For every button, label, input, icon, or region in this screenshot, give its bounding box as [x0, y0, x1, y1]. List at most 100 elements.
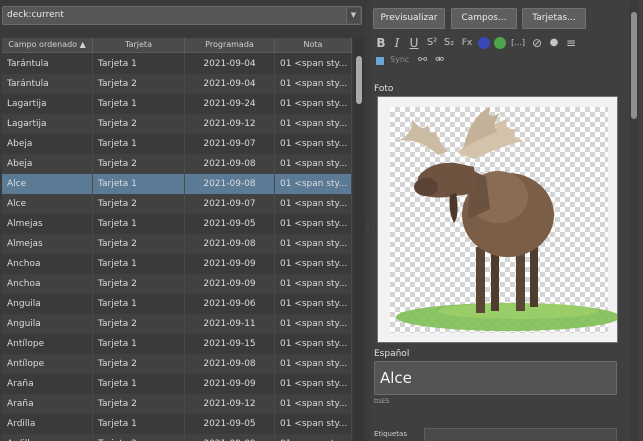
foto-field[interactable]	[377, 96, 618, 343]
preview-button[interactable]: Previsualizar	[373, 8, 445, 29]
fields-button[interactable]: Campos...	[451, 8, 517, 29]
table-cell-tarjeta: Tarjeta 1	[93, 414, 185, 434]
unlink-icon[interactable]: ⚮	[435, 53, 444, 66]
secondary-toolbar: Sync ⚯ ⚮	[373, 53, 473, 70]
table-cell-tarjeta: Tarjeta 1	[93, 94, 185, 114]
format-toolbar: B I U S² S₂ Fx [...] ⊘ ● ≡	[373, 34, 613, 52]
table-cell-tarjeta: Tarjeta 1	[93, 294, 185, 314]
scrollbar-thumb[interactable]	[631, 12, 637, 119]
table-cell-programada: 2021-09-24	[185, 94, 275, 114]
table-cell-nota: 01 <span sty...	[275, 174, 352, 194]
table-cell-programada: 2021-09-07	[185, 134, 275, 154]
sync-label[interactable]: Sync	[390, 55, 409, 64]
attach-icon[interactable]: ⊘	[530, 34, 544, 52]
table-cell-campo: Ardilla	[2, 414, 93, 434]
editor-scrollbar[interactable]	[629, 0, 639, 441]
table-row[interactable]: Abeja Tarjeta 1 2021-09-07 01 <span sty...	[2, 134, 352, 154]
table-row[interactable]: Ardilla Tarjeta 1 2021-09-05 01 <span sty..…	[2, 414, 352, 434]
espanol-value[interactable]: Alce	[380, 369, 412, 387]
table-row[interactable]: Antílope Tarjeta 2 2021-09-08 01 <span sty.…	[2, 354, 352, 374]
table-row[interactable]: Almejas Tarjeta 1 2021-09-05 01 <span sty..…	[2, 214, 352, 234]
table-cell-campo: Lagartija	[2, 94, 93, 114]
field-label-foto: Foto	[374, 84, 394, 94]
table-cell-nota: 01 <span sty...	[275, 134, 352, 154]
table-cell-tarjeta: Tarjeta 2	[93, 234, 185, 254]
underline-icon[interactable]: U	[407, 34, 421, 52]
table-cell-programada: 2021-09-08	[185, 354, 275, 374]
column-header[interactable]: Campo ordenado ▲	[2, 38, 93, 53]
superscript-icon[interactable]: S²	[424, 34, 440, 52]
table-row[interactable]: Alce Tarjeta 2 2021-09-07 01 <span sty...	[2, 194, 352, 214]
text-color-icon[interactable]	[477, 34, 491, 52]
table-row[interactable]: Lagartija Tarjeta 1 2021-09-24 01 <span sty…	[2, 94, 352, 114]
table-cell-nota: 01 <span sty...	[275, 294, 352, 314]
table-cell-programada: 2021-09-09	[185, 374, 275, 394]
table-cell-tarjeta: Tarjeta 2	[93, 434, 185, 441]
table-row[interactable]: Almejas Tarjeta 2 2021-09-08 01 <span sty..…	[2, 234, 352, 254]
table-row[interactable]: Anchoa Tarjeta 1 2021-09-09 01 <span sty...	[2, 254, 352, 274]
record-icon[interactable]: ●	[547, 34, 561, 52]
table-row[interactable]: Alce Tarjeta 1 2021-09-08 01 <span sty...	[2, 174, 352, 194]
table-cell-nota: 01 <span sty...	[275, 214, 352, 234]
table-row[interactable]: Anguila Tarjeta 2 2021-09-11 01 <span sty..…	[2, 314, 352, 334]
table-cell-tarjeta: Tarjeta 1	[93, 54, 185, 74]
column-header[interactable]: Programada	[185, 38, 275, 53]
table-row[interactable]: Anguila Tarjeta 1 2021-09-06 01 <span sty..…	[2, 294, 352, 314]
clear-format-icon[interactable]: Fx	[459, 34, 475, 52]
table-cell-programada: 2021-09-09	[185, 254, 275, 274]
table-cell-campo: Tarántula	[2, 74, 93, 94]
table-cell-programada: 2021-09-08	[185, 174, 275, 194]
table-row[interactable]: Anchoa Tarjeta 2 2021-09-09 01 <span sty...	[2, 274, 352, 294]
table-row[interactable]: Antílope Tarjeta 1 2021-09-15 01 <span sty.…	[2, 334, 352, 354]
table-row[interactable]: ArdillaTarjeta 22021-09-0901 <span sty..…	[2, 434, 352, 441]
table-cell-campo: Almejas	[2, 234, 93, 254]
table-cell-nota: 01 <span sty...	[275, 394, 352, 414]
highlight-color-icon[interactable]	[493, 34, 507, 52]
table-cell-nota: 01 <span sty...	[275, 54, 352, 74]
table-cell-programada: 2021-09-04	[185, 74, 275, 94]
column-header[interactable]: Tarjeta	[93, 38, 185, 53]
search-combobox[interactable]: deck:current ▼	[2, 6, 362, 25]
search-input[interactable]: deck:current	[7, 10, 64, 20]
table-cell-tarjeta: Tarjeta 2	[93, 154, 185, 174]
table-cell-campo: Lagartija	[2, 114, 93, 134]
table-cell-campo: Araña	[2, 394, 93, 414]
bold-icon[interactable]: B	[374, 34, 388, 52]
scrollbar-thumb[interactable]	[356, 56, 362, 104]
table-scrollbar[interactable]	[354, 38, 364, 441]
table-row[interactable]: Tarántula Tarjeta 2 2021-09-04 01 <span sty…	[2, 74, 352, 94]
table-cell-tarjeta: Tarjeta 2	[93, 114, 185, 134]
field-label-espanol: Español	[374, 349, 410, 359]
text-color-swatch	[478, 37, 490, 49]
subscript-icon[interactable]: S₂	[441, 34, 457, 52]
table-cell-nota: 01 <span sty...	[275, 434, 352, 441]
italic-icon[interactable]: I	[390, 34, 404, 52]
table-row[interactable]: Abeja Tarjeta 2 2021-09-08 01 <span sty...	[2, 154, 352, 174]
espanol-field[interactable]: Alce	[374, 361, 617, 395]
table-row[interactable]: Tarántula Tarjeta 1 2021-09-04 01 <span sty…	[2, 54, 352, 74]
tags-input[interactable]	[424, 428, 617, 441]
column-header[interactable]: Nota	[275, 38, 352, 53]
image-icon[interactable]	[375, 56, 385, 66]
table-cell-tarjeta: Tarjeta 1	[93, 214, 185, 234]
more-icon[interactable]: ≡	[564, 34, 578, 52]
table-cell-programada: 2021-09-05	[185, 214, 275, 234]
cloze-icon[interactable]: [...]	[509, 34, 527, 52]
table-cell-tarjeta: Tarjeta 2	[93, 354, 185, 374]
table-row[interactable]: Araña Tarjeta 1 2021-09-09 01 <span sty...	[2, 374, 352, 394]
table-cell-nota: 01 <span sty...	[275, 334, 352, 354]
table-cell-campo: Antílope	[2, 334, 93, 354]
table-row[interactable]: Araña Tarjeta 2 2021-09-12 01 <span sty...	[2, 394, 352, 414]
table-cell-programada: 2021-09-09	[185, 274, 275, 294]
table-cell-nota: 01 <span sty...	[275, 154, 352, 174]
tags-label: Etiquetas	[374, 430, 407, 438]
cards-button[interactable]: Tarjetas...	[522, 8, 586, 29]
table-cell-nota: 01 <span sty...	[275, 274, 352, 294]
table-cell-tarjeta: Tarjeta 2	[93, 74, 185, 94]
link-icon[interactable]: ⚯	[418, 53, 427, 66]
table-row[interactable]: Lagartija Tarjeta 2 2021-09-12 01 <span sty…	[2, 114, 352, 134]
table-cell-nota: 01 <span sty...	[275, 414, 352, 434]
chevron-down-icon[interactable]: ▼	[346, 8, 360, 23]
table-cell-nota: 01 <span sty...	[275, 114, 352, 134]
table-cell-nota: 01 <span sty...	[275, 234, 352, 254]
